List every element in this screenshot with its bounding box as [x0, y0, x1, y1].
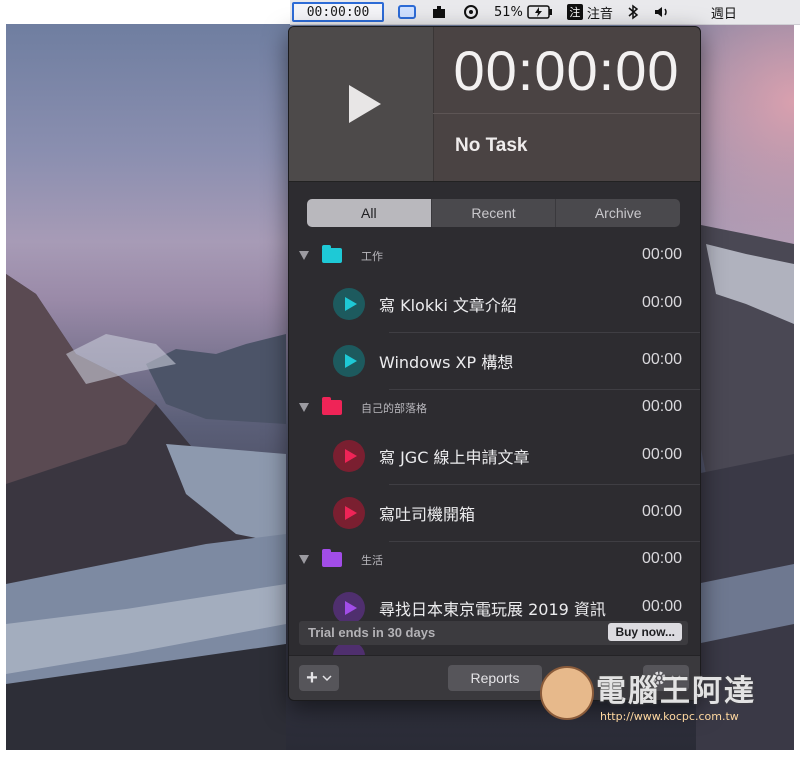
- task-time: 00:00: [641, 598, 682, 615]
- menubar-clock[interactable]: 週日: [711, 3, 737, 22]
- task-name: 寫 Klokki 文章介紹: [379, 296, 517, 315]
- task-name: 寫吐司機開箱: [379, 505, 476, 524]
- volume-icon[interactable]: [653, 4, 671, 20]
- menu-bar: 00:00:00 51% 注 注音 週日: [290, 0, 800, 25]
- task-row[interactable]: 寫吐司機開箱 00:00: [289, 485, 700, 542]
- task-name: 寫 JGC 線上申請文章: [379, 448, 530, 467]
- reports-button[interactable]: Reports: [448, 665, 542, 691]
- task-row[interactable]: 寫 Klokki 文章介紹 00:00: [289, 276, 700, 333]
- trial-banner: Trial ends in 30 days Buy now...: [299, 621, 688, 645]
- menubar-app-icon[interactable]: [398, 5, 416, 19]
- input-method-badge: 注: [566, 4, 583, 20]
- task-play-button[interactable]: [333, 440, 365, 472]
- folder-icon: [322, 245, 342, 263]
- creative-cloud-icon[interactable]: [462, 4, 480, 20]
- puzzle-icon[interactable]: [430, 4, 448, 20]
- task-play-button[interactable]: [333, 592, 365, 624]
- tab-all[interactable]: All: [307, 199, 431, 227]
- watermark-logo: [540, 666, 594, 720]
- current-task-label[interactable]: No Task: [455, 135, 528, 157]
- project-time: 00:00: [641, 398, 682, 415]
- task-name: 尋找日本東京電玩展 2019 資訊: [379, 600, 606, 619]
- add-label: +: [306, 666, 318, 689]
- battery-percent: 51%: [494, 4, 523, 20]
- task-time: 00:00: [641, 294, 682, 311]
- start-timer-button[interactable]: [289, 27, 434, 181]
- timer-header: 00:00:00 No Task: [289, 27, 700, 181]
- task-name: Windows XP 構想: [379, 353, 514, 372]
- folder-icon: [322, 397, 342, 415]
- elapsed-time-display: 00:00:00: [453, 38, 680, 102]
- task-time: 00:00: [641, 446, 682, 463]
- project-row-work[interactable]: 工作 00:00: [289, 236, 700, 276]
- input-method-menu[interactable]: 注 注音: [566, 3, 613, 22]
- play-icon: [349, 85, 381, 123]
- menubar-timer[interactable]: 00:00:00: [292, 2, 384, 22]
- add-menu-button[interactable]: +: [299, 665, 339, 691]
- play-icon: [344, 449, 357, 463]
- disclosure-triangle-icon[interactable]: [299, 251, 309, 260]
- tab-archive[interactable]: Archive: [555, 199, 680, 227]
- play-icon: [344, 506, 357, 520]
- trial-text: Trial ends in 30 days: [308, 625, 436, 640]
- project-name: 工作: [361, 250, 383, 263]
- play-icon: [344, 601, 357, 615]
- header-divider: [433, 113, 700, 114]
- disclosure-triangle-icon[interactable]: [299, 555, 309, 564]
- task-row[interactable]: 寫 JGC 線上申請文章 00:00: [289, 428, 700, 485]
- disclosure-triangle-icon[interactable]: [299, 403, 309, 412]
- project-name: 自己的部落格: [361, 402, 427, 415]
- site-watermark: 電腦王阿達 http://www.kocpc.com.tw: [540, 662, 780, 732]
- watermark-text: 電腦王阿達: [596, 674, 756, 709]
- play-icon: [344, 297, 357, 311]
- project-time: 00:00: [641, 550, 682, 567]
- project-time: 00:00: [641, 246, 682, 263]
- project-row-blog[interactable]: 自己的部落格 00:00: [289, 388, 700, 428]
- battery-charging-icon: [527, 5, 552, 19]
- project-row-life[interactable]: 生活 00:00: [289, 540, 700, 580]
- project-name: 生活: [361, 554, 383, 567]
- battery-status[interactable]: 51%: [494, 5, 553, 20]
- folder-icon: [322, 549, 342, 567]
- task-time: 00:00: [641, 351, 682, 368]
- task-play-button[interactable]: [333, 345, 365, 377]
- bluetooth-icon[interactable]: [627, 4, 639, 20]
- klokki-popover: 00:00:00 No Task All Recent Archive 工作 0…: [288, 26, 701, 701]
- task-list-area: All Recent Archive 工作 00:00 寫 Klokki 文章介…: [289, 181, 700, 657]
- chevron-down-icon: [322, 675, 332, 682]
- play-icon: [344, 354, 357, 368]
- task-row[interactable]: Windows XP 構想 00:00: [289, 333, 700, 390]
- buy-now-button[interactable]: Buy now...: [608, 623, 682, 641]
- task-play-button[interactable]: [333, 288, 365, 320]
- input-method-label: 注音: [586, 6, 613, 22]
- watermark-url: http://www.kocpc.com.tw: [600, 710, 739, 723]
- filter-tabs: All Recent Archive: [307, 199, 680, 227]
- task-time: 00:00: [641, 503, 682, 520]
- tab-recent[interactable]: Recent: [430, 199, 556, 227]
- task-play-button[interactable]: [333, 497, 365, 529]
